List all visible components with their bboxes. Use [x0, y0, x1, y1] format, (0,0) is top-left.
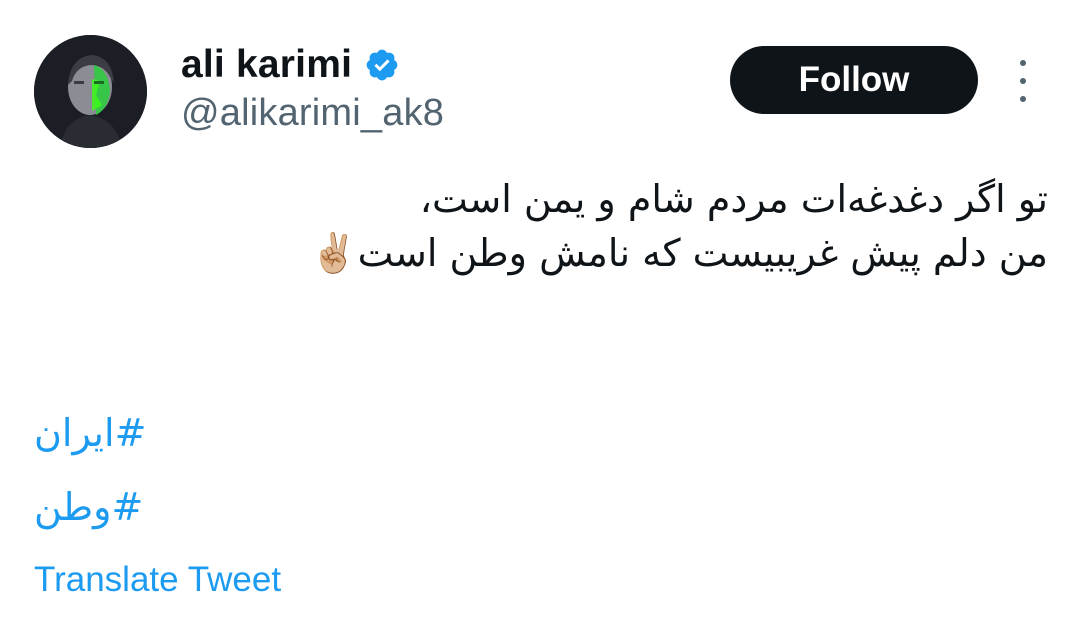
hashtag-iran[interactable]: #ایران — [34, 396, 146, 470]
tweet-card: ali karimi @alikarimi_ak8 Follow تو اگر … — [0, 0, 1067, 638]
victory-hand-emoji: ✌🏼 — [310, 231, 358, 275]
hashtag-vatan[interactable]: #وطن — [34, 470, 146, 544]
more-dot — [1020, 78, 1026, 84]
verified-badge-icon — [364, 47, 400, 83]
tweet-line-1: تو اگر دغدغه‌ات مردم شام و یمن است، — [419, 177, 1048, 221]
hashtag-list: #ایران #وطن — [34, 396, 146, 544]
more-dot — [1020, 60, 1026, 66]
more-vertical-icon[interactable] — [1008, 60, 1038, 102]
author-display-name[interactable]: ali karimi — [181, 43, 352, 87]
follow-button[interactable]: Follow — [730, 46, 978, 114]
avatar[interactable] — [34, 35, 147, 148]
author-handle[interactable]: @alikarimi_ak8 — [181, 92, 444, 135]
tweet-line-2: من دلم پیش غریبیست که نامش وطن است✌🏼 — [30, 226, 1048, 280]
more-dot — [1020, 96, 1026, 102]
author-name-row[interactable]: ali karimi — [181, 40, 400, 90]
tweet-line-2-text: من دلم پیش غریبیست که نامش وطن است — [357, 231, 1048, 275]
profile-photo-icon — [34, 35, 147, 148]
translate-tweet-link[interactable]: Translate Tweet — [34, 560, 281, 600]
tweet-text: تو اگر دغدغه‌ات مردم شام و یمن است، من د… — [30, 172, 1048, 280]
